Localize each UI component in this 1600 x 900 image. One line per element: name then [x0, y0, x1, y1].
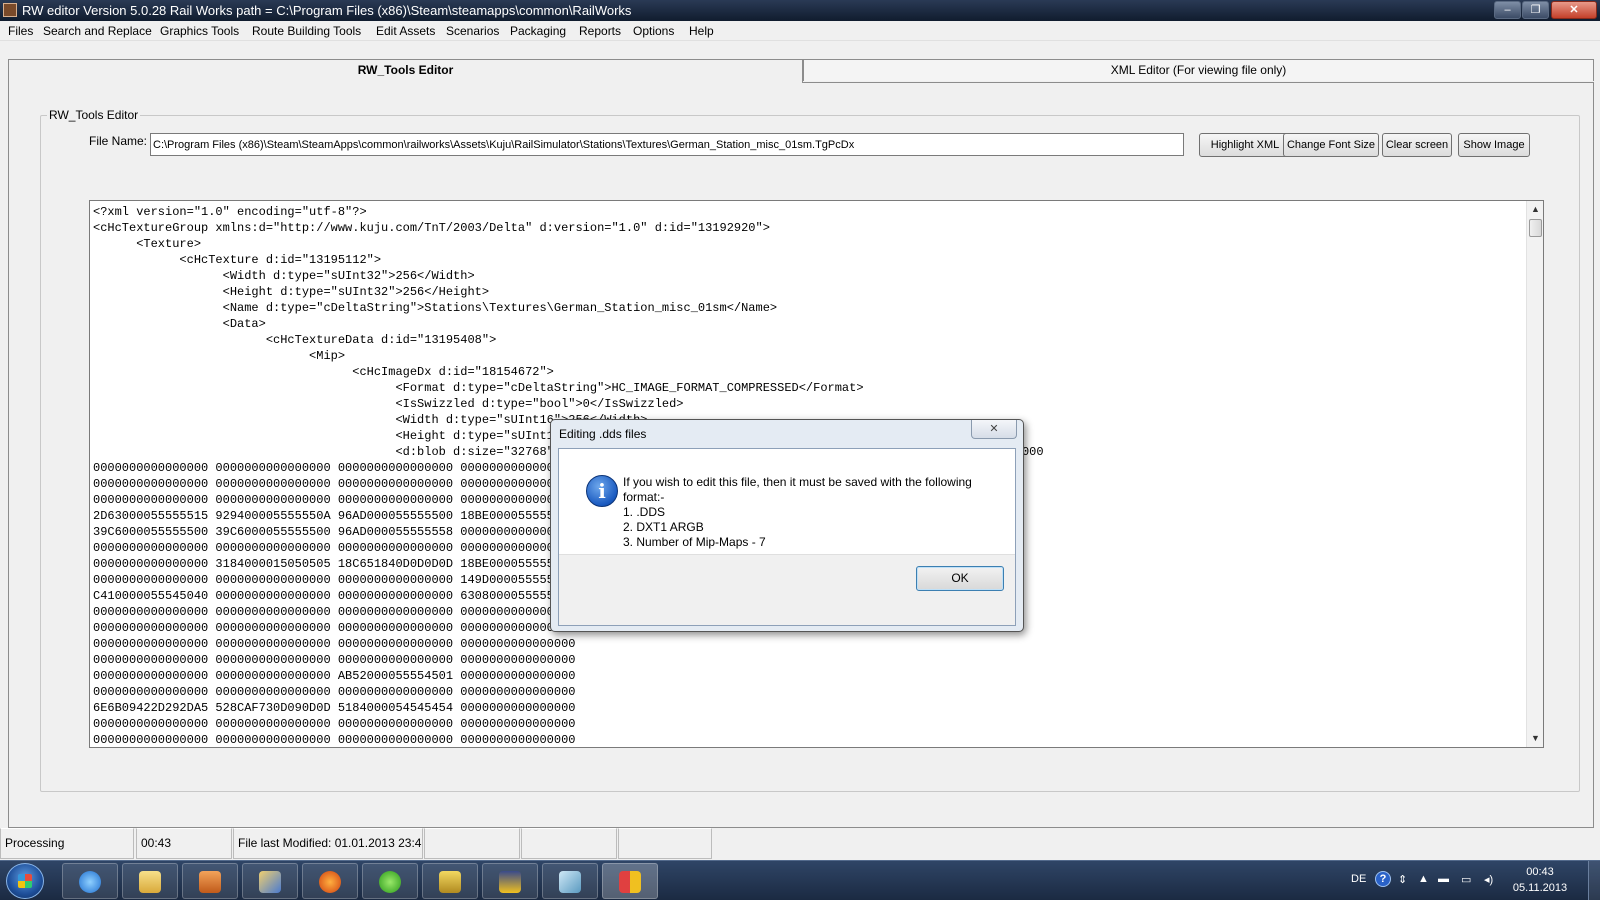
vertical-scrollbar[interactable]: ▲ ▼ [1526, 201, 1543, 747]
xml-line: <IsSwizzled d:type="bool">0</IsSwizzled> [93, 397, 684, 411]
dialog-message-line: 2. DXT1 ARGB [623, 520, 704, 534]
groupbox-title: RW_Tools Editor [47, 108, 141, 122]
menu-files[interactable]: Files [8, 24, 33, 38]
xml-line: <?xml version="1.0" encoding="utf-8"?> [93, 205, 367, 219]
menu-help[interactable]: Help [689, 24, 714, 38]
dialog-title: Editing .dds files [559, 427, 647, 441]
tab-rw-tools-editor[interactable]: RW_Tools Editor [8, 59, 803, 83]
window-title: RW editor Version 5.0.28 Rail Works path… [22, 3, 632, 18]
volume-icon[interactable]: ◂) [1484, 873, 1493, 886]
xml-line: <Name d:type="cDeltaString">Stations\Tex… [93, 301, 778, 315]
xml-line: <cHcTextureData d:id="13195408"> [93, 333, 497, 347]
xml-line: 0000000000000000 0000000000000000 000000… [93, 685, 576, 699]
firefox-icon[interactable] [302, 863, 358, 899]
menu-packaging[interactable]: Packaging [510, 24, 566, 38]
editing-dds-dialog: Editing .dds files ✕ i If you wish to ed… [550, 419, 1024, 632]
menu-reports[interactable]: Reports [579, 24, 621, 38]
window-titlebar: RW editor Version 5.0.28 Rail Works path… [0, 0, 1600, 21]
xml-line: <Data> [93, 317, 266, 331]
show-image-button[interactable]: Show Image [1458, 133, 1530, 157]
scroll-thumb[interactable] [1529, 219, 1542, 237]
dialog-close-button[interactable]: ✕ [971, 420, 1017, 439]
file-explorer-icon[interactable] [122, 863, 178, 899]
xml-line: 0000000000000000 0000000000000000 000000… [93, 717, 576, 731]
menu-edit-assets[interactable]: Edit Assets [376, 24, 435, 38]
status-panel-5 [521, 828, 617, 859]
menu-route-building-tools[interactable]: Route Building Tools [252, 24, 361, 38]
keyboard-language[interactable]: DE [1351, 873, 1366, 885]
dialog-message-line: format:- [623, 490, 665, 504]
file-name-label: File Name: [89, 134, 148, 148]
clear-screen-button[interactable]: Clear screen [1382, 133, 1452, 157]
start-button[interactable] [6, 863, 44, 899]
status-time: 00:43 [136, 828, 232, 859]
paint-tool-icon[interactable] [242, 863, 298, 899]
media-player-icon[interactable] [182, 863, 238, 899]
dialog-message-line: 3. Number of Mip-Maps - 7 [623, 535, 766, 549]
xml-line: <Texture> [93, 237, 202, 251]
icq-icon[interactable] [362, 863, 418, 899]
editor-app-icon[interactable] [542, 863, 598, 899]
dialog-message-line: 1. .DDS [623, 505, 666, 519]
xml-line: <cHcTextureGroup xmlns:d="http://www.kuj… [93, 221, 770, 235]
rw-editor-icon[interactable] [602, 863, 658, 899]
show-desktop-button[interactable] [1588, 861, 1600, 900]
dialog-footer: OK [559, 554, 1015, 625]
dialog-message-line: If you wish to edit this file, then it m… [623, 475, 972, 489]
xml-line: 0000000000000000 0000000000000000 000000… [93, 653, 576, 667]
menu-bar: Files Search and Replace Graphics Tools … [0, 21, 1600, 41]
dialog-body: i If you wish to edit this file, then it… [558, 448, 1016, 626]
menu-graphics-tools[interactable]: Graphics Tools [160, 24, 239, 38]
app-icon [3, 3, 17, 17]
safely-remove-hardware-icon[interactable]: ▬ [1438, 873, 1449, 885]
dialog-message: If you wish to edit this file, then it m… [623, 475, 1003, 550]
status-panel-4 [424, 828, 520, 859]
change-font-size-button[interactable]: Change Font Size [1283, 133, 1379, 157]
train-sim-icon[interactable] [482, 863, 538, 899]
tray-arrows-icon[interactable]: ⇕ [1398, 873, 1407, 886]
ok-button[interactable]: OK [916, 566, 1004, 591]
xml-line: <Format d:type="cDeltaString">HC_IMAGE_F… [93, 381, 864, 395]
system-clock[interactable]: 00:43 05.11.2013 [1505, 864, 1575, 896]
status-bar: Processing 00:43 File last Modified: 01.… [0, 828, 1600, 860]
information-icon: i [586, 475, 618, 507]
tab-xml-editor[interactable]: XML Editor (For viewing file only) [803, 59, 1594, 81]
maximize-button[interactable]: ❐ [1522, 1, 1549, 19]
show-hidden-icons-icon[interactable]: ▲ [1418, 873, 1429, 885]
taskbar: DE ? ⇕ ▲ ▬ ▭ ◂) 00:43 05.11.2013 [0, 860, 1600, 900]
menu-options[interactable]: Options [633, 24, 674, 38]
menu-scenarios[interactable]: Scenarios [446, 24, 499, 38]
xml-line: <Width d:type="sUInt32">256</Width> [93, 269, 475, 283]
help-icon[interactable]: ? [1375, 871, 1391, 887]
highlight-xml-button[interactable]: Highlight XML [1199, 133, 1291, 157]
menu-search-and-replace[interactable]: Search and Replace [43, 24, 152, 38]
xml-line: <cHcTexture d:id="13195112"> [93, 253, 382, 267]
clock-date: 05.11.2013 [1512, 882, 1568, 894]
status-file-modified: File last Modified: 01.01.2013 23:41:52 [233, 828, 423, 859]
xml-line: <cHcImageDx d:id="18154672"> [93, 365, 554, 379]
close-window-button[interactable]: ✕ [1551, 1, 1597, 19]
status-panel-6 [618, 828, 712, 859]
internet-explorer-icon[interactable] [62, 863, 118, 899]
minimize-button[interactable]: ‒ [1494, 1, 1521, 19]
archive-tool-icon[interactable] [422, 863, 478, 899]
scroll-down-arrow[interactable]: ▼ [1527, 730, 1543, 747]
xml-line: 0000000000000000 0000000000000000 000000… [93, 637, 576, 651]
network-icon[interactable]: ▭ [1461, 873, 1471, 886]
scroll-up-arrow[interactable]: ▲ [1527, 201, 1543, 218]
xml-line: <Mip> [93, 349, 346, 363]
xml-line: 6E6B09422D292DA5 528CAF730D090D0D 518400… [93, 701, 576, 715]
status-state: Processing [0, 828, 134, 859]
file-name-input[interactable] [150, 133, 1184, 156]
xml-line: <Height d:type="sUInt32">256</Height> [93, 285, 490, 299]
clock-time: 00:43 [1526, 866, 1554, 878]
xml-line: 0000000000000000 0000000000000000 AB5200… [93, 669, 576, 683]
xml-line: 0000000000000000 0000000000000000 000000… [93, 733, 576, 747]
